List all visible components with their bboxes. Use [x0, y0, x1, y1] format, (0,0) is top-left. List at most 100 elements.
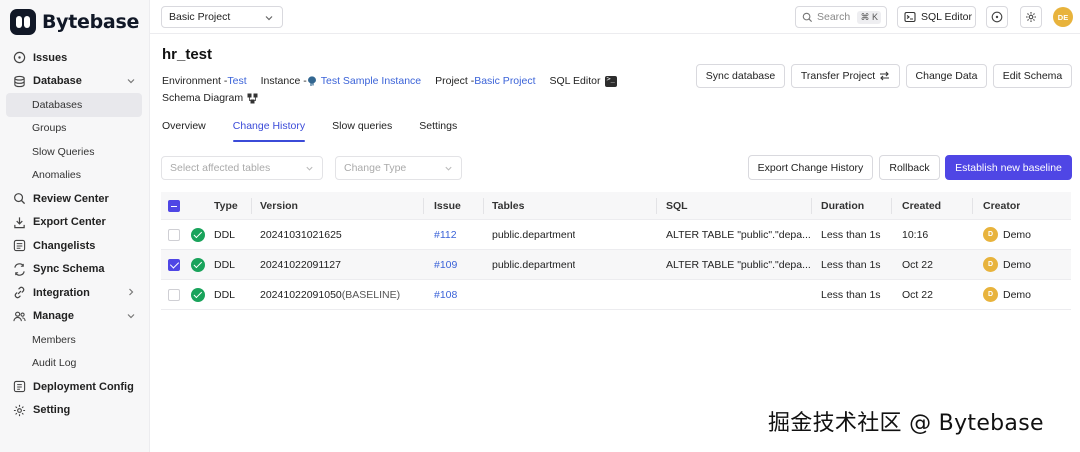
- swap-icon: [880, 71, 890, 81]
- user-avatar[interactable]: DE: [1053, 7, 1073, 27]
- sidebar-item-label: Database: [33, 75, 82, 88]
- cell-type: DDL: [214, 288, 236, 301]
- logo-text: Bytebase: [42, 11, 140, 33]
- main-content: hr_test Environment - Test Instance - Te…: [150, 35, 1080, 452]
- sidebar-item-review-center[interactable]: Review Center: [6, 187, 142, 211]
- table-row[interactable]: DDL 20241022091050(BASELINE) #108 Less t…: [161, 280, 1071, 310]
- cell-sql: ALTER TABLE "public"."depa...: [666, 258, 811, 271]
- sidebar-item-label: Manage: [33, 310, 74, 323]
- sidebar-item-manage[interactable]: Manage: [6, 305, 142, 329]
- header-issue: Issue: [434, 199, 461, 212]
- project-link[interactable]: Basic Project: [474, 75, 535, 87]
- sidebar-item-deployment-config[interactable]: Deployment Config: [6, 375, 142, 399]
- table-row[interactable]: DDL 20241022091127 #109 public.departmen…: [161, 250, 1071, 280]
- cell-sql: ALTER TABLE "public"."depa...: [666, 228, 811, 241]
- cell-created: Oct 22: [902, 288, 933, 301]
- sync-database-button[interactable]: Sync database: [696, 64, 785, 88]
- sidebar-item-changelists[interactable]: Changelists: [6, 234, 142, 258]
- instance-link[interactable]: Test Sample Instance: [321, 75, 421, 87]
- cell-tables: public.department: [492, 228, 576, 241]
- header-sql: SQL: [666, 199, 688, 212]
- search-shortcut-badge: ⌘ K: [857, 11, 881, 24]
- watermark: 掘金技术社区 @ Bytebase: [768, 411, 1044, 436]
- affected-tables-select[interactable]: Select affected tables: [161, 156, 323, 180]
- cell-created: 10:16: [902, 228, 929, 241]
- cell-issue-link[interactable]: #112: [434, 229, 457, 241]
- column-divider: [251, 198, 252, 214]
- sidebar-item-label: Integration: [33, 286, 90, 299]
- cell-issue-link[interactable]: #109: [434, 259, 457, 271]
- database-info: Environment - Test Instance - Test Sampl…: [162, 75, 618, 87]
- schema-diagram-icon[interactable]: [247, 93, 258, 104]
- project-select[interactable]: Basic Project: [161, 6, 283, 28]
- sidebar-item-issues[interactable]: Issues: [6, 46, 142, 70]
- chevron-down-icon: [445, 166, 452, 171]
- sidebar-item-setting[interactable]: Setting: [6, 399, 142, 423]
- tab-slow-queries[interactable]: Slow queries: [332, 120, 392, 142]
- version-suffix: (BASELINE): [341, 288, 401, 301]
- edit-schema-button[interactable]: Edit Schema: [993, 64, 1072, 88]
- chevron-down-icon: [306, 166, 313, 171]
- sql-editor-link[interactable]: SQL Editor: [550, 75, 601, 87]
- row-checkbox[interactable]: [168, 229, 180, 241]
- establish-baseline-button[interactable]: Establish new baseline: [945, 155, 1072, 180]
- change-type-select[interactable]: Change Type: [335, 156, 462, 180]
- export-change-history-button[interactable]: Export Change History: [748, 155, 873, 180]
- sidebar-item-sync-schema[interactable]: Sync Schema: [6, 258, 142, 282]
- row-checkbox[interactable]: [168, 289, 180, 301]
- review-center-icon: [12, 192, 26, 206]
- logo[interactable]: Bytebase: [10, 8, 139, 36]
- chevron-down-icon: [265, 16, 273, 21]
- quickstart-button[interactable]: [986, 6, 1008, 28]
- sidebar-item-anomalies[interactable]: Anomalies: [6, 164, 142, 188]
- tab-change-history[interactable]: Change History: [232, 120, 306, 142]
- sidebar-item-groups[interactable]: Groups: [6, 117, 142, 141]
- column-divider: [891, 198, 892, 214]
- project-select-value: Basic Project: [169, 11, 231, 23]
- rollback-button[interactable]: Rollback: [879, 155, 940, 180]
- sidebar-item-label: Sync Schema: [33, 263, 105, 276]
- topbar: Basic Project Search ⌘ K SQL Editor DE: [150, 0, 1080, 34]
- column-divider: [423, 198, 424, 214]
- table-row[interactable]: DDL 20241031021625 #112 public.departmen…: [161, 220, 1071, 250]
- header-created: Created: [902, 199, 942, 212]
- cell-version: 20241022091050(BASELINE): [260, 289, 400, 301]
- select-all-checkbox[interactable]: [168, 200, 180, 212]
- sidebar-item-database[interactable]: Database: [6, 70, 142, 94]
- affected-tables-placeholder: Select affected tables: [170, 162, 271, 174]
- cell-type: DDL: [214, 258, 236, 271]
- environment-link[interactable]: Test: [227, 75, 246, 87]
- sidebar-item-databases[interactable]: Databases: [6, 93, 142, 117]
- settings-button[interactable]: [1020, 6, 1042, 28]
- cell-creator: D Demo: [983, 287, 1031, 302]
- chevron-down-icon[interactable]: [126, 311, 136, 321]
- sidebar-item-integration[interactable]: Integration: [6, 281, 142, 305]
- sql-editor-button[interactable]: SQL Editor: [897, 6, 976, 28]
- schema-diagram-link[interactable]: Schema Diagram: [162, 92, 243, 104]
- row-checkbox[interactable]: [168, 259, 180, 271]
- chevron-down-icon[interactable]: [126, 76, 136, 86]
- terminal-icon[interactable]: [605, 75, 618, 87]
- version-value: 20241031021625: [260, 228, 342, 241]
- sidebar-item-audit-log[interactable]: Audit Log: [6, 352, 142, 376]
- cell-duration: Less than 1s: [821, 288, 881, 301]
- avatar: D: [983, 287, 998, 302]
- export-center-icon: [12, 215, 26, 229]
- integration-icon: [12, 286, 26, 300]
- transfer-project-button[interactable]: Transfer Project: [791, 64, 900, 88]
- sidebar-item-export-center[interactable]: Export Center: [6, 211, 142, 235]
- manage-icon: [12, 309, 26, 323]
- chevron-right-icon[interactable]: [126, 287, 136, 297]
- setting-icon: [12, 403, 26, 417]
- transfer-project-label: Transfer Project: [800, 70, 876, 82]
- sidebar-item-slow-queries[interactable]: Slow Queries: [6, 140, 142, 164]
- cell-issue-link[interactable]: #108: [434, 289, 457, 301]
- circle-dot-icon: [991, 11, 1003, 23]
- sidebar-nav: Issues Database Databases Groups Slow Qu…: [6, 46, 142, 422]
- tab-settings[interactable]: Settings: [419, 120, 457, 142]
- change-data-button[interactable]: Change Data: [906, 64, 987, 88]
- sidebar-item-members[interactable]: Members: [6, 328, 142, 352]
- tab-overview[interactable]: Overview: [162, 120, 206, 142]
- search-button[interactable]: Search ⌘ K: [795, 6, 887, 28]
- success-icon: [191, 288, 205, 302]
